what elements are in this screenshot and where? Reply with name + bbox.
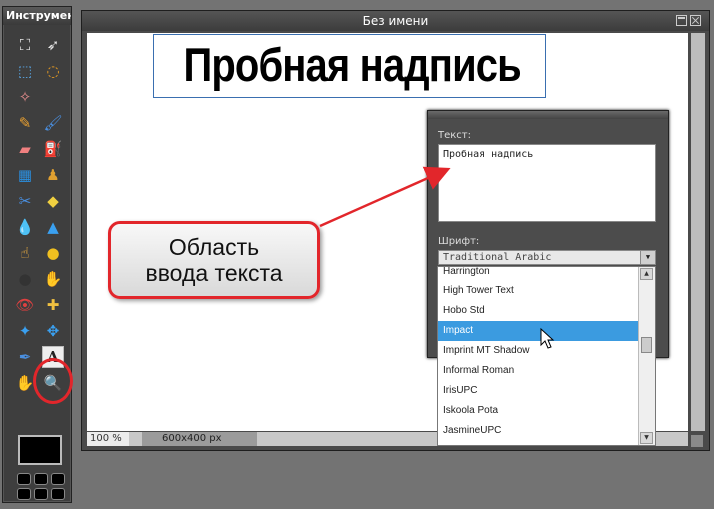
primary-color-swatch[interactable] [18,435,62,465]
paint-bucket-tool-button[interactable]: ⛽ [39,136,67,162]
restore-icon[interactable] [676,15,687,26]
font-select[interactable]: Traditional Arabic ▼ [438,250,656,265]
clone-stamp-icon: ♟ [46,165,60,184]
dodge-tool-button[interactable]: ✋ [39,266,67,292]
font-label: Шрифт: [438,236,480,247]
document-titlebar: Без имени [82,11,709,31]
text-tool-highlight-circle [33,358,73,404]
toolbox-title: Инструмент [3,7,71,25]
blur-drop-icon: 💧 [15,217,35,236]
text-label: Текст: [438,130,471,141]
crop-icon: ⛶ [19,35,31,54]
sharpen-tool-button[interactable]: ▲ [39,214,67,240]
swatch-grid [17,473,65,500]
font-list-item[interactable]: Hobo Std [438,301,639,321]
color-replace-tool-button[interactable]: ✂ [11,188,39,214]
font-list-item[interactable]: Harrington [438,267,639,281]
scroll-up-icon[interactable]: ▲ [640,268,653,280]
lasso-icon: ◌ [46,61,60,80]
toolbox-panel: Инструмент ⛶➶⬚◌✧✎🖌▰⛽▦♟✂◆💧▲☝●●✋👁✚✦✥✒A✋🔍 [2,6,72,503]
mouse-cursor-icon [540,328,555,349]
color-picker-tool-button[interactable]: ✒ [11,344,39,370]
dodge-icon: ✋ [43,269,63,288]
color-swatch[interactable] [17,488,31,500]
blank-slot [39,84,67,110]
text-input-area[interactable]: Пробная надпись [438,144,656,222]
document-title: Без имени [362,14,429,28]
canvas-headline-text: Пробная надпись [183,38,521,91]
font-list-item[interactable]: Imprint MT Shadow [438,341,639,361]
chevron-down-icon[interactable]: ▼ [640,251,655,264]
hand-icon: ✋ [15,373,35,392]
color-swatch[interactable] [51,473,65,485]
lasso-tool-button[interactable]: ◌ [39,58,67,84]
shape-tool-button[interactable]: ◆ [39,188,67,214]
marquee-select-icon: ⬚ [17,61,33,80]
zoom-field[interactable]: 100 % [87,432,129,446]
sponge-tool-button[interactable]: ● [39,240,67,266]
image-size-label: 600x400 px [142,432,257,446]
color-swatch[interactable] [17,473,31,485]
callout-line-1: Область [168,234,260,260]
font-dropdown-list[interactable]: Harrington High Tower Text Hobo Std Impact I… [437,266,656,446]
smudge-tool-button[interactable]: ☝ [11,240,39,266]
move-icon: ➶ [46,35,60,54]
gradient-tool-button[interactable]: ▦ [11,162,39,188]
font-list-item[interactable]: High Tower Text [438,281,639,301]
brush-tool-button[interactable]: 🖌 [39,110,67,136]
crop-tool-button[interactable]: ⛶ [11,32,39,58]
bloat-tool-button[interactable]: ✦ [11,318,39,344]
scroll-down-icon[interactable]: ▼ [640,432,653,444]
magic-wand-tool-button[interactable]: ✧ [11,84,39,110]
font-list-item[interactable]: Iskoola Pota [438,401,639,421]
clone-stamp-tool-button[interactable]: ♟ [39,162,67,188]
sponge-icon: ● [46,243,60,262]
burn-icon: ● [18,269,32,288]
font-select-value: Traditional Arabic [443,252,552,263]
blur-drop-tool-button[interactable]: 💧 [11,214,39,240]
color-swatch[interactable] [51,488,65,500]
pencil-icon: ✎ [18,113,32,132]
shape-icon: ◆ [47,191,59,210]
gradient-icon: ▦ [17,165,33,184]
brush-icon: 🖌 [43,113,63,132]
color-picker-icon: ✒ [18,347,32,366]
move-tool-button[interactable]: ➶ [39,32,67,58]
magic-wand-icon: ✧ [18,87,32,106]
dialog-drag-bar[interactable] [428,111,668,119]
red-eye-tool-button[interactable]: 👁 [11,292,39,318]
smudge-icon: ☝ [20,243,30,262]
bloat-icon: ✦ [18,321,32,340]
spot-heal-icon: ✚ [46,295,60,314]
callout-line-2: ввода текста [145,260,283,286]
font-list-item[interactable]: IrisUPC [438,381,639,401]
paint-bucket-icon: ⛽ [43,139,63,158]
color-swatch[interactable] [34,473,48,485]
sharpen-icon: ▲ [47,217,59,236]
tool-grid: ⛶ ➶ ⬚ ◌ ✧ ✎ 🖌 ▰ ⛽ ▦ ♟ ✂ ◆ 💧 ▲ ☝ ● ● ✋ 👁 ✚ ✦ ✥ ✒ A ✋ 🔍 [11,32,67,396]
close-icon[interactable] [690,15,701,26]
eraser-icon: ▰ [19,139,31,158]
canvas-vertical-scrollbar[interactable] [691,33,705,431]
spot-heal-tool-button[interactable]: ✚ [39,292,67,318]
font-list-item[interactable]: Impact [438,321,639,341]
red-eye-icon: 👁 [15,295,35,314]
font-list-scrollbar[interactable]: ▲ ▼ [638,267,655,445]
pencil-tool-button[interactable]: ✎ [11,110,39,136]
resize-grip-icon[interactable] [691,435,703,447]
annotation-callout: Область ввода текста [108,221,320,299]
color-swatch[interactable] [34,488,48,500]
marquee-select-tool-button[interactable]: ⬚ [11,58,39,84]
eraser-tool-button[interactable]: ▰ [11,136,39,162]
font-list-item[interactable]: JasmineUPC [438,421,639,441]
color-replace-icon: ✂ [18,191,32,210]
text-layer-bounding-box[interactable]: Пробная надпись [153,34,546,98]
font-list-item[interactable]: Informal Roman [438,361,639,381]
burn-tool-button[interactable]: ● [11,266,39,292]
pinch-tool-button[interactable]: ✥ [39,318,67,344]
pinch-icon: ✥ [46,321,60,340]
scroll-thumb[interactable] [641,337,652,353]
